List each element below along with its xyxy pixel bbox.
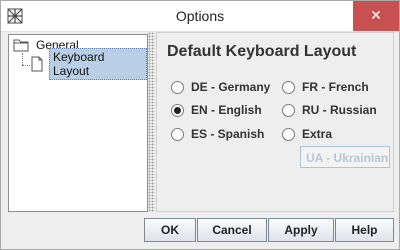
- layout-panel: Default Keyboard Layout DE - Germany EN …: [156, 32, 394, 212]
- dialog-content: General Keyboard Layout Default Keyboard…: [1, 32, 399, 249]
- tree-connector-vertical: [22, 53, 23, 65]
- radio-button[interactable]: [282, 127, 295, 141]
- panel-title: Default Keyboard Layout: [167, 43, 357, 60]
- radio-fr-french[interactable]: FR - French: [282, 80, 369, 94]
- radio-label: Extra: [302, 127, 333, 141]
- settings-tree: General Keyboard Layout: [8, 34, 148, 212]
- radio-button[interactable]: [282, 80, 295, 94]
- split-divider[interactable]: [148, 32, 155, 212]
- tree-item-keyboard-layout[interactable]: Keyboard Layout: [29, 48, 147, 80]
- radio-extra[interactable]: Extra: [282, 127, 332, 141]
- window-title: Options: [175, 8, 225, 24]
- radio-label: FR - French: [302, 80, 369, 94]
- radio-en-english[interactable]: EN - English: [171, 103, 262, 117]
- options-dialog: Options ✕ General Keyboard Layout Defaul…: [0, 0, 400, 250]
- radio-ru-russian[interactable]: RU - Russian: [282, 103, 377, 117]
- radio-button-checked[interactable]: [171, 103, 184, 117]
- close-button[interactable]: ✕: [353, 1, 399, 31]
- radio-button[interactable]: [282, 103, 295, 117]
- folder-icon: [13, 39, 29, 52]
- radio-label: RU - Russian: [302, 103, 377, 117]
- radio-label: EN - English: [191, 103, 262, 117]
- document-icon: [31, 56, 43, 72]
- tree-item-label: Keyboard Layout: [49, 48, 147, 80]
- button-bar: OK Cancel Apply Help: [1, 216, 399, 249]
- extra-layout-field[interactable]: UA - Ukrainian: [300, 146, 390, 168]
- radio-de-germany[interactable]: DE - Germany: [171, 80, 270, 94]
- close-icon: ✕: [370, 8, 382, 24]
- title-bar: Options ✕: [1, 1, 399, 32]
- radio-button[interactable]: [171, 80, 184, 94]
- radio-es-spanish[interactable]: ES - Spanish: [171, 127, 264, 141]
- apply-button[interactable]: Apply: [268, 218, 334, 242]
- radio-label: ES - Spanish: [191, 127, 265, 141]
- radio-button[interactable]: [171, 127, 184, 141]
- radio-label: DE - Germany: [191, 80, 271, 94]
- ok-button[interactable]: OK: [144, 218, 196, 242]
- cancel-button[interactable]: Cancel: [197, 218, 267, 242]
- help-button[interactable]: Help: [335, 218, 394, 242]
